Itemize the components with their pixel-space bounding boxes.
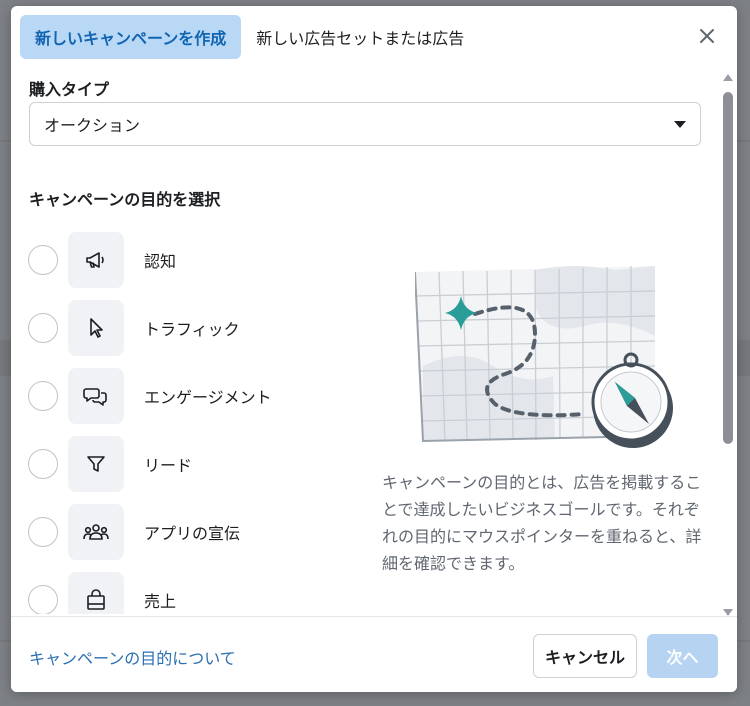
objective-awareness[interactable]: 認知 bbox=[27, 232, 327, 288]
caret-down-icon bbox=[674, 120, 686, 128]
scroll-up-arrow-icon[interactable] bbox=[723, 74, 733, 81]
cancel-button[interactable]: キャンセル bbox=[533, 634, 637, 678]
objective-heading: キャンペーンの目的を選択 bbox=[29, 190, 221, 209]
chat-bubbles-icon bbox=[83, 388, 107, 406]
objective-engagement[interactable]: エンゲージメント bbox=[27, 368, 327, 424]
objective-description: キャンペーンの目的とは、広告を掲載することで達成したいビジネスゴールです。それぞ… bbox=[382, 473, 702, 573]
cursor-icon bbox=[90, 318, 103, 338]
objective-icon-tile bbox=[68, 368, 124, 424]
radio-button[interactable] bbox=[28, 449, 58, 479]
objective-icon-tile bbox=[68, 232, 124, 288]
radio-button[interactable] bbox=[28, 381, 58, 411]
create-campaign-dialog: 新しいキャンペーンを作成 新しい広告セットまたは広告 購入タイプ オークション … bbox=[11, 6, 737, 692]
objective-sales[interactable]: 売上 bbox=[27, 572, 327, 614]
close-button[interactable] bbox=[695, 24, 719, 48]
objective-label: リード bbox=[144, 456, 193, 475]
scrollbar[interactable] bbox=[722, 70, 734, 616]
objective-help-link[interactable]: キャンペーンの目的について bbox=[29, 645, 236, 669]
objective-icon-tile bbox=[68, 572, 124, 614]
next-button[interactable]: 次へ bbox=[647, 634, 718, 678]
objective-traffic[interactable]: トラフィック bbox=[27, 300, 327, 356]
map-compass-illustration bbox=[415, 266, 673, 448]
funnel-icon bbox=[87, 456, 105, 472]
radio-button[interactable] bbox=[28, 313, 58, 343]
dialog-tabs: 新しいキャンペーンを作成 新しい広告セットまたは広告 bbox=[20, 15, 479, 59]
objective-icon-tile bbox=[68, 504, 124, 560]
megaphone-icon bbox=[86, 252, 104, 268]
purchase-type-select[interactable]: オークション bbox=[29, 102, 701, 146]
objective-label: 認知 bbox=[144, 252, 177, 271]
scrollbar-thumb[interactable] bbox=[723, 92, 733, 444]
purchase-type-value: オークション bbox=[44, 116, 141, 135]
people-icon bbox=[83, 524, 109, 540]
dialog-footer: キャンペーンの目的について キャンセル 次へ bbox=[11, 616, 737, 692]
objective-app-promotion[interactable]: アプリの宣伝 bbox=[27, 504, 327, 560]
dialog-body: 購入タイプ オークション キャンペーンの目的を選択 認知 トラフィック エンゲー… bbox=[11, 66, 737, 614]
shopping-bag-icon bbox=[87, 589, 105, 610]
tab-new-campaign[interactable]: 新しいキャンペーンを作成 bbox=[20, 15, 242, 59]
objective-label: エンゲージメント bbox=[144, 388, 272, 407]
objective-icon-tile bbox=[68, 436, 124, 492]
close-icon bbox=[700, 29, 714, 43]
radio-button[interactable] bbox=[28, 245, 58, 275]
scroll-down-arrow-icon[interactable] bbox=[723, 609, 733, 616]
tab-new-adset-or-ad[interactable]: 新しい広告セットまたは広告 bbox=[241, 15, 479, 59]
objective-leads[interactable]: リード bbox=[27, 436, 327, 492]
radio-button[interactable] bbox=[28, 585, 58, 614]
purchase-type-label: 購入タイプ bbox=[29, 80, 110, 99]
objective-icon-tile bbox=[68, 300, 124, 356]
objective-label: 売上 bbox=[144, 592, 177, 611]
objective-label: アプリの宣伝 bbox=[144, 524, 241, 543]
objective-label: トラフィック bbox=[144, 320, 240, 339]
radio-button[interactable] bbox=[28, 517, 58, 547]
